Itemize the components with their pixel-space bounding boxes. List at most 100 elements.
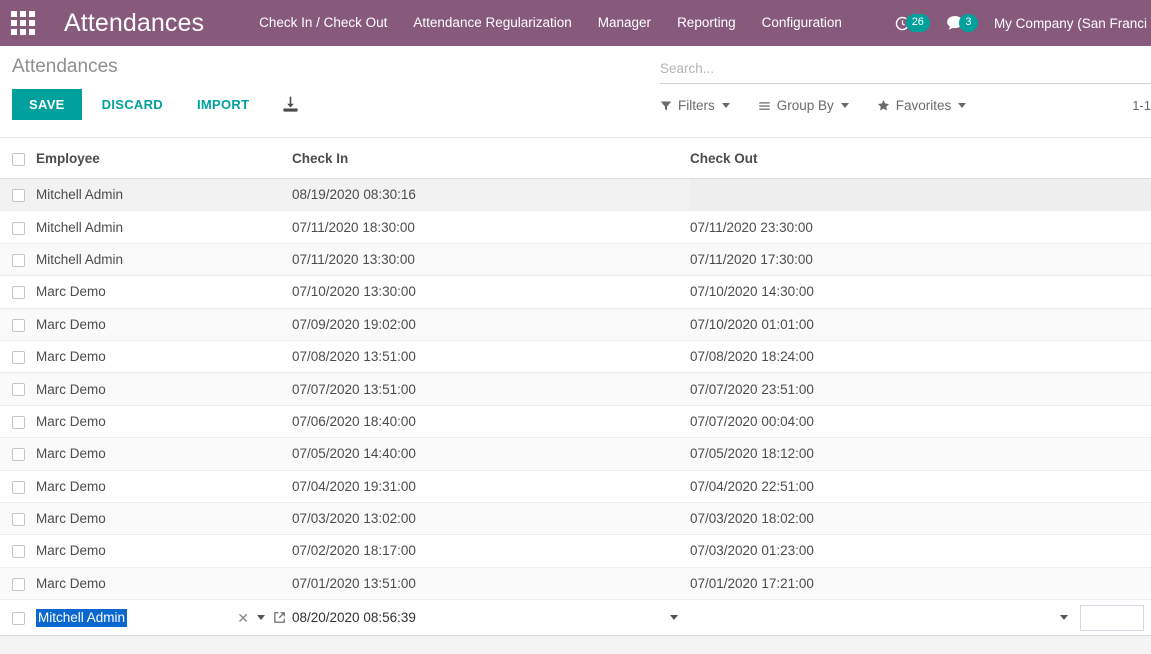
cell-employee: Marc Demo — [36, 405, 292, 439]
clear-x-icon[interactable]: ✕ — [237, 611, 249, 625]
favorites-dropdown[interactable]: Favorites — [877, 98, 967, 113]
table-row[interactable]: Marc Demo 07/06/2020 18:40:00 07/07/2020… — [0, 405, 1151, 439]
row-checkbox[interactable] — [12, 448, 25, 462]
table-row[interactable]: Mitchell Admin 07/11/2020 13:30:00 07/11… — [0, 243, 1151, 277]
table-row[interactable]: Marc Demo 07/03/2020 13:02:00 07/03/2020… — [0, 502, 1151, 536]
column-header-employee[interactable]: Employee — [36, 138, 292, 179]
column-header-check-in[interactable]: Check In — [292, 138, 690, 179]
cell-check-out: 07/03/2020 18:02:00 — [690, 502, 1080, 536]
chevron-down-icon[interactable] — [257, 615, 265, 621]
column-header-extra — [1080, 138, 1151, 179]
cell-extra — [1080, 243, 1151, 277]
row-checkbox[interactable] — [12, 189, 25, 203]
chevron-down-icon[interactable] — [1060, 615, 1068, 621]
row-checkbox[interactable] — [12, 513, 25, 527]
row-select-cell — [0, 567, 36, 601]
row-checkbox[interactable] — [12, 286, 25, 300]
table-row-editing[interactable]: Mitchell Admin ✕ 08/20/2020 08:56:39 — [0, 599, 1151, 637]
cell-check-in: 07/02/2020 18:17:00 — [292, 534, 690, 568]
select-all-header — [0, 138, 36, 179]
table-row[interactable]: Marc Demo 07/09/2020 19:02:00 07/10/2020… — [0, 308, 1151, 341]
control-panel-right: Filters Group By — [660, 46, 1151, 120]
chevron-down-icon — [721, 103, 730, 108]
app-brand-title[interactable]: Attendances — [64, 9, 204, 38]
row-checkbox[interactable] — [12, 545, 25, 559]
chevron-down-icon — [958, 103, 967, 108]
row-checkbox[interactable] — [12, 221, 25, 235]
row-select-cell — [0, 470, 36, 503]
save-button[interactable]: SAVE — [12, 89, 82, 120]
cell-extra — [1080, 308, 1151, 341]
row-checkbox[interactable] — [12, 351, 25, 365]
table-row[interactable]: Marc Demo 07/07/2020 13:51:00 07/07/2020… — [0, 372, 1151, 406]
breadcrumb[interactable]: Attendances — [12, 46, 660, 80]
pager-counter[interactable]: 1-1 — [1132, 98, 1151, 113]
cell-extra — [1080, 178, 1151, 212]
apps-grid-icon — [11, 11, 35, 35]
table-row[interactable]: Marc Demo 07/02/2020 18:17:00 07/03/2020… — [0, 534, 1151, 568]
favorites-label: Favorites — [895, 98, 952, 113]
control-panel-left: Attendances SAVE DISCARD IMPORT — [0, 46, 660, 120]
download-export-icon[interactable] — [281, 95, 300, 114]
cell-employee: Marc Demo — [36, 275, 292, 309]
search-bar[interactable] — [660, 60, 1151, 84]
employee-input-value[interactable]: Mitchell Admin — [36, 608, 128, 627]
extra-field-input[interactable] — [1080, 604, 1144, 631]
table-row[interactable]: Marc Demo 07/08/2020 13:51:00 07/08/2020… — [0, 340, 1151, 374]
table-row[interactable]: Marc Demo 07/05/2020 14:40:00 07/05/2020… — [0, 437, 1151, 471]
cell-employee: Marc Demo — [36, 567, 292, 601]
cell-employee-editor[interactable]: Mitchell Admin ✕ — [36, 599, 292, 637]
apps-menu-button[interactable] — [0, 0, 46, 46]
messaging-menu-button[interactable]: 3 — [946, 14, 978, 32]
cell-check-in: 07/09/2020 19:02:00 — [292, 308, 690, 341]
import-button[interactable]: IMPORT — [183, 89, 263, 120]
activity-menu-button[interactable]: 26 — [894, 14, 930, 32]
row-checkbox[interactable] — [12, 318, 25, 332]
table-row[interactable]: Mitchell Admin 08/19/2020 08:30:16 — [0, 178, 1151, 212]
cell-check-in: 07/04/2020 19:31:00 — [292, 470, 690, 503]
row-checkbox[interactable] — [12, 480, 25, 494]
cell-extra — [1080, 470, 1151, 503]
search-input[interactable] — [660, 61, 1151, 76]
row-checkbox[interactable] — [12, 577, 25, 591]
check-in-input-value[interactable]: 08/20/2020 08:56:39 — [292, 610, 416, 625]
table-header-row: Employee Check In Check Out — [0, 138, 1151, 179]
cell-employee: Mitchell Admin — [36, 178, 292, 212]
filters-dropdown[interactable]: Filters — [660, 98, 730, 113]
cell-extra — [1080, 502, 1151, 536]
user-company-menu[interactable]: My Company (San Franci — [994, 16, 1151, 31]
table-row[interactable]: Marc Demo 07/10/2020 13:30:00 07/10/2020… — [0, 275, 1151, 309]
filters-label: Filters — [678, 98, 715, 113]
cell-check-out — [690, 178, 1080, 212]
cell-check-out: 07/08/2020 18:24:00 — [690, 340, 1080, 374]
menu-item-reporting[interactable]: Reporting — [664, 0, 749, 46]
menu-item-check-in-check-out[interactable]: Check In / Check Out — [246, 0, 400, 46]
chevron-down-icon — [840, 103, 849, 108]
column-header-check-out[interactable]: Check Out — [690, 138, 1080, 179]
table-row[interactable]: Marc Demo 07/01/2020 13:51:00 07/01/2020… — [0, 567, 1151, 601]
discard-button[interactable]: DISCARD — [88, 89, 177, 120]
menu-item-attendance-regularization[interactable]: Attendance Regularization — [400, 0, 584, 46]
cell-employee: Marc Demo — [36, 372, 292, 406]
external-link-icon[interactable] — [273, 611, 286, 624]
cell-check-in-editor[interactable]: 08/20/2020 08:56:39 — [292, 599, 690, 637]
cell-extra-editor[interactable] — [1080, 599, 1151, 637]
row-select-cell — [0, 372, 36, 406]
menu-item-manager[interactable]: Manager — [585, 0, 664, 46]
cell-check-out: 07/11/2020 17:30:00 — [690, 243, 1080, 277]
main-menu: Check In / Check Out Attendance Regulari… — [246, 0, 855, 46]
row-checkbox[interactable] — [12, 383, 25, 397]
cell-check-out-editor[interactable] — [690, 599, 1080, 637]
row-checkbox[interactable] — [12, 415, 25, 429]
chevron-down-icon[interactable] — [670, 615, 678, 621]
select-all-checkbox[interactable] — [12, 152, 25, 166]
group-by-dropdown[interactable]: Group By — [758, 98, 849, 113]
menu-item-configuration[interactable]: Configuration — [749, 0, 855, 46]
cell-check-out: 07/03/2020 01:23:00 — [690, 534, 1080, 568]
table-row[interactable]: Mitchell Admin 07/11/2020 18:30:00 07/11… — [0, 210, 1151, 244]
table-row[interactable]: Marc Demo 07/04/2020 19:31:00 07/04/2020… — [0, 470, 1151, 503]
row-checkbox[interactable] — [12, 253, 25, 267]
row-checkbox[interactable] — [12, 612, 25, 626]
cell-employee: Marc Demo — [36, 437, 292, 471]
list-bottom-filler — [0, 636, 1151, 654]
